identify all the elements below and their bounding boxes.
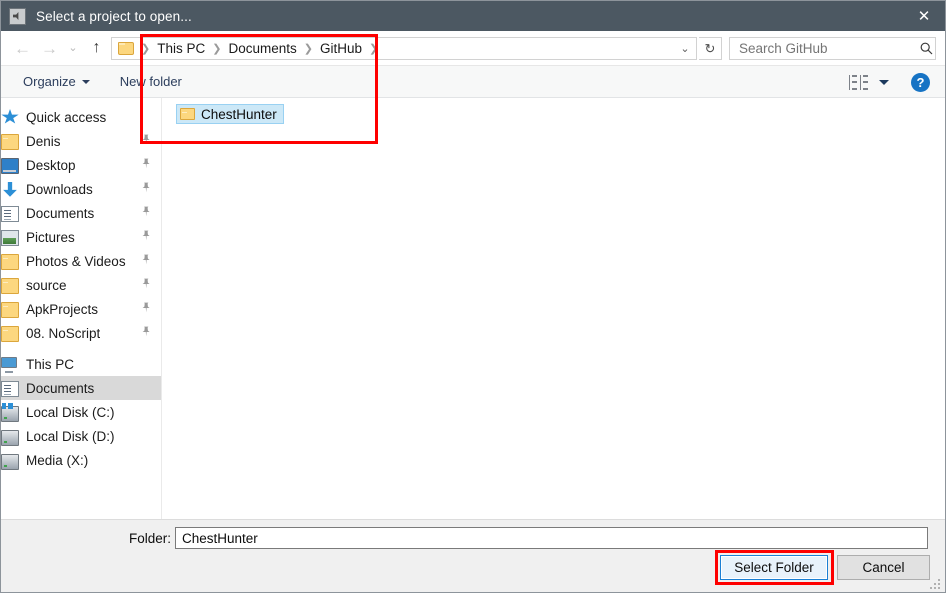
chevron-down-icon	[81, 79, 90, 84]
sidebar-item-desktop[interactable]: Desktop	[1, 153, 161, 177]
breadcrumb-separator: ❯	[303, 43, 313, 55]
folder-icon	[118, 42, 134, 55]
sidebar-item-label: Documents	[26, 380, 95, 396]
folder-icon	[1, 326, 19, 342]
pin-icon	[141, 326, 151, 340]
title-bar: Select a project to open... ✕	[1, 1, 945, 31]
folder-icon	[1, 278, 19, 294]
refresh-icon[interactable]: ↻	[699, 37, 722, 60]
breadcrumb-item-2[interactable]: GitHub	[320, 41, 362, 56]
search-box[interactable]	[729, 37, 936, 60]
chevron-down-icon[interactable]: ⌄	[674, 42, 696, 55]
window-title: Select a project to open...	[36, 8, 192, 24]
sidebar-item-noscript[interactable]: 08. NoScript	[1, 321, 161, 345]
navigation-sidebar[interactable]: Quick access Denis Desktop Downloads Doc…	[1, 98, 162, 519]
pin-icon	[141, 206, 151, 220]
pin-icon	[141, 230, 151, 244]
organize-button[interactable]: Organize	[15, 71, 98, 92]
drive-icon	[1, 430, 19, 446]
picture-icon	[1, 230, 19, 246]
sidebar-item-label: Denis	[26, 133, 61, 149]
sidebar-item-local-disk-c[interactable]: Local Disk (C:)	[1, 400, 161, 424]
pin-icon	[141, 278, 151, 292]
sidebar-item-label: Local Disk (D:)	[26, 428, 115, 444]
sidebar-item-label: 08. NoScript	[26, 325, 101, 341]
sidebar-item-denis[interactable]: Denis	[1, 129, 161, 153]
sidebar-item-media-x[interactable]: Media (X:)	[1, 448, 161, 472]
help-button[interactable]: ?	[911, 72, 930, 92]
sidebar-item-photos-videos[interactable]: Photos & Videos	[1, 249, 161, 273]
file-list-pane[interactable]: ChestHunter	[163, 98, 945, 519]
download-icon	[3, 181, 17, 197]
search-input[interactable]	[737, 40, 918, 57]
document-icon	[1, 205, 19, 222]
folder-icon	[1, 254, 19, 270]
sidebar-item-label: ApkProjects	[26, 301, 99, 317]
sidebar-item-label: source	[26, 277, 67, 293]
drive-icon	[1, 454, 19, 470]
document-icon	[1, 380, 19, 397]
sidebar-item-apkprojects[interactable]: ApkProjects	[1, 297, 161, 321]
sidebar-item-label: Local Disk (C:)	[26, 404, 115, 420]
sidebar-item-label: Documents	[26, 205, 95, 221]
list-item[interactable]: ChestHunter	[176, 104, 284, 124]
address-bar[interactable]: ❯ This PC ❯ Documents ❯ GitHub ❯ ⌄	[111, 37, 697, 60]
breadcrumb-separator: ❯	[212, 43, 222, 55]
sidebar-item-label: This PC	[26, 356, 75, 372]
new-folder-button[interactable]: New folder	[112, 71, 190, 92]
file-picker-dialog: Select a project to open... ✕ ← → ⌄ ↑ ❯ …	[0, 0, 946, 593]
computer-icon	[1, 356, 19, 373]
app-icon	[9, 7, 26, 25]
folder-icon	[1, 134, 19, 150]
sidebar-item-label: Pictures	[26, 229, 75, 245]
sidebar-item-source[interactable]: source	[1, 273, 161, 297]
select-folder-button[interactable]: Select Folder	[720, 555, 828, 580]
sidebar-item-label: Quick access	[26, 109, 107, 125]
pin-icon	[141, 302, 151, 316]
sidebar-item-label: Media (X:)	[26, 452, 89, 468]
sidebar-item-documents[interactable]: Documents	[1, 201, 161, 225]
sidebar-item-this-pc[interactable]: This PC	[1, 352, 161, 376]
new-folder-label: New folder	[119, 74, 182, 89]
sidebar-item-pictures[interactable]: Pictures	[1, 225, 161, 249]
toolbar-right-group: ?	[849, 66, 945, 98]
file-item-label: ChestHunter	[201, 106, 277, 122]
breadcrumb-item-0[interactable]: This PC	[157, 41, 205, 56]
breadcrumb-item-1[interactable]: Documents	[228, 41, 296, 56]
back-button[interactable]: ←	[9, 33, 36, 63]
sidebar-item-label: Desktop	[26, 157, 76, 173]
pin-icon	[141, 158, 151, 172]
pin-icon	[141, 182, 151, 196]
cancel-button[interactable]: Cancel	[837, 555, 930, 580]
system-drive-icon	[1, 403, 19, 422]
sidebar-item-quick-access[interactable]: Quick access	[1, 105, 161, 129]
chevron-down-icon[interactable]	[879, 79, 889, 85]
folder-input[interactable]	[175, 527, 928, 549]
sidebar-item-label: Downloads	[26, 181, 93, 197]
up-button[interactable]: ↑	[83, 33, 110, 63]
recent-locations-icon[interactable]: ⌄	[63, 33, 83, 63]
sidebar-item-local-disk-d[interactable]: Local Disk (D:)	[1, 424, 161, 448]
pin-icon	[141, 134, 151, 148]
desktop-icon	[1, 158, 19, 174]
command-toolbar: Organize New folder ?	[1, 66, 945, 98]
sidebar-item-pc-documents[interactable]: Documents	[1, 376, 161, 400]
close-icon[interactable]: ✕	[901, 1, 945, 31]
breadcrumb-separator: ❯	[368, 43, 379, 55]
forward-button[interactable]: →	[36, 33, 63, 63]
pin-icon	[141, 254, 151, 268]
breadcrumb-separator: ❯	[141, 43, 151, 55]
folder-icon	[180, 108, 195, 120]
folder-field-label: Folder:	[129, 531, 172, 546]
sidebar-item-downloads[interactable]: Downloads	[1, 177, 161, 201]
folder-icon	[1, 302, 19, 318]
resize-grip[interactable]	[930, 579, 941, 590]
star-icon	[1, 109, 19, 124]
search-icon	[918, 42, 935, 55]
sidebar-item-label: Photos & Videos	[26, 253, 126, 269]
view-mode-icon[interactable]	[849, 74, 868, 90]
organize-label: Organize	[23, 74, 76, 89]
